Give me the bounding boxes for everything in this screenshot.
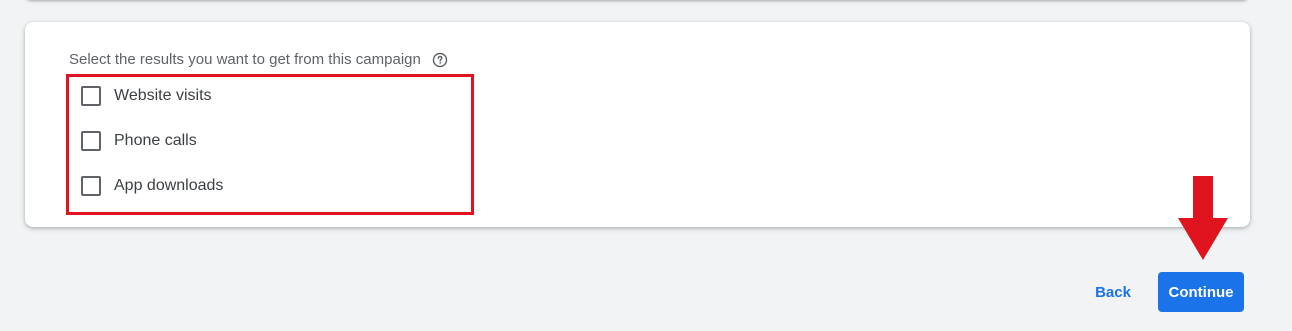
- help-circle-icon[interactable]: [432, 52, 448, 68]
- app-downloads-checkbox[interactable]: [81, 176, 101, 196]
- option-app-downloads[interactable]: App downloads: [81, 176, 223, 196]
- option-label: Website visits: [114, 87, 212, 104]
- option-label: Phone calls: [114, 132, 197, 149]
- option-label: App downloads: [114, 177, 224, 194]
- website-visits-checkbox[interactable]: [81, 86, 101, 106]
- campaign-results-card: Select the results you want to get from …: [25, 22, 1250, 227]
- continue-button[interactable]: Continue: [1158, 272, 1244, 312]
- phone-calls-checkbox[interactable]: [81, 131, 101, 151]
- option-website-visits[interactable]: Website visits: [81, 86, 212, 106]
- option-phone-calls[interactable]: Phone calls: [81, 131, 197, 151]
- back-button[interactable]: Back: [1083, 274, 1143, 310]
- arrow-down-icon: [1178, 176, 1228, 267]
- results-question-label: Select the results you want to get from …: [69, 51, 421, 68]
- results-question: Select the results you want to get from …: [69, 51, 448, 68]
